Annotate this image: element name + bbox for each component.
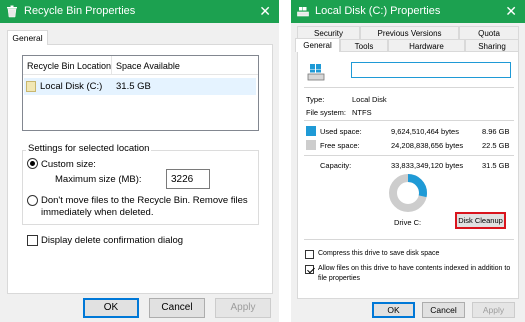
used-space-label: Used space:: [320, 127, 362, 136]
column-header-location[interactable]: Recycle Bin Location: [27, 61, 111, 71]
recycle-bin-icon: [7, 5, 17, 18]
ok-button[interactable]: OK: [83, 298, 139, 318]
free-space-bytes: 24,208,838,656 bytes: [391, 141, 464, 150]
file-system-label: File system:: [306, 108, 347, 117]
column-divider: [111, 56, 112, 75]
drive-label: Drive C:: [394, 218, 422, 227]
recycle-bin-properties-window: Recycle Bin Properties ✕ General Recycle…: [0, 0, 279, 322]
capacity-bytes: 33,833,349,120 bytes: [391, 161, 464, 170]
used-space-bytes: 9,624,510,464 bytes: [391, 127, 459, 136]
confirm-label: Display delete confirmation dialog: [41, 235, 184, 246]
compress-checkbox[interactable]: [305, 250, 314, 259]
custom-size-label: Custom size:: [41, 159, 96, 170]
ok-button[interactable]: OK: [372, 302, 415, 318]
max-size-input[interactable]: [166, 169, 210, 189]
index-label-line2: file properties: [318, 275, 361, 282]
apply-button[interactable]: Apply: [472, 302, 515, 318]
local-disk-properties-window: Local Disk (C:) Properties ✕ Security Pr…: [291, 0, 525, 322]
disk-cleanup-button[interactable]: Disk Cleanup: [455, 212, 506, 229]
drive-icon: [297, 7, 309, 17]
divider: [304, 239, 514, 240]
drive-name-input[interactable]: [351, 62, 511, 78]
titlebar: Local Disk (C:) Properties ✕: [291, 0, 525, 23]
dont-move-radio[interactable]: [27, 195, 38, 206]
close-icon[interactable]: ✕: [505, 0, 517, 23]
index-label-line1: Allow files on this drive to have conten…: [318, 265, 511, 272]
index-checkbox[interactable]: [305, 265, 314, 274]
used-space-swatch: [306, 126, 316, 136]
general-tab-panel: Recycle Bin Location Space Available Loc…: [7, 44, 273, 294]
compress-label: Compress this drive to save disk space: [318, 250, 440, 257]
list-header: Recycle Bin Location Space Available: [23, 56, 258, 75]
close-icon[interactable]: ✕: [259, 0, 271, 23]
dont-move-label-line2: immediately when deleted.: [41, 207, 154, 218]
apply-button[interactable]: Apply: [215, 298, 271, 318]
divider: [304, 155, 514, 156]
divider: [304, 87, 514, 88]
general-tab-panel: Type: Local Disk File system: NTFS Used …: [297, 51, 519, 299]
capacity-gb: 31.5 GB: [482, 161, 510, 170]
settings-group-title: Settings for selected location: [26, 143, 152, 154]
divider: [304, 120, 514, 121]
titlebar: Recycle Bin Properties ✕: [0, 0, 279, 23]
drive-icon: [307, 64, 325, 81]
disk-usage-donut: [389, 174, 427, 212]
file-system-value: NTFS: [352, 108, 372, 117]
capacity-label: Capacity:: [320, 161, 352, 170]
column-header-space[interactable]: Space Available: [116, 61, 180, 71]
cancel-button[interactable]: Cancel: [422, 302, 465, 318]
tab-general[interactable]: General: [7, 30, 48, 45]
free-space-gb: 22.5 GB: [482, 141, 510, 150]
free-space-swatch: [306, 140, 316, 150]
used-space-gb: 8.96 GB: [482, 127, 510, 136]
confirm-checkbox[interactable]: [27, 235, 38, 246]
row-space: 31.5 GB: [116, 81, 151, 92]
tab-general[interactable]: General: [295, 38, 340, 52]
window-title: Recycle Bin Properties: [24, 5, 136, 17]
recycle-bin-location-list[interactable]: Recycle Bin Location Space Available Loc…: [22, 55, 259, 131]
dont-move-label-line1: Don't move files to the Recycle Bin. Rem…: [41, 195, 248, 206]
type-value: Local Disk: [352, 95, 387, 104]
window-title: Local Disk (C:) Properties: [315, 5, 441, 17]
cancel-button[interactable]: Cancel: [149, 298, 205, 318]
type-label: Type:: [306, 95, 325, 104]
drive-icon: [26, 81, 36, 92]
list-row-selected[interactable]: Local Disk (C:) 31.5 GB: [24, 78, 256, 95]
row-location: Local Disk (C:): [40, 81, 103, 92]
free-space-label: Free space:: [320, 141, 360, 150]
custom-size-radio[interactable]: [27, 158, 38, 169]
max-size-label: Maximum size (MB):: [55, 174, 142, 185]
